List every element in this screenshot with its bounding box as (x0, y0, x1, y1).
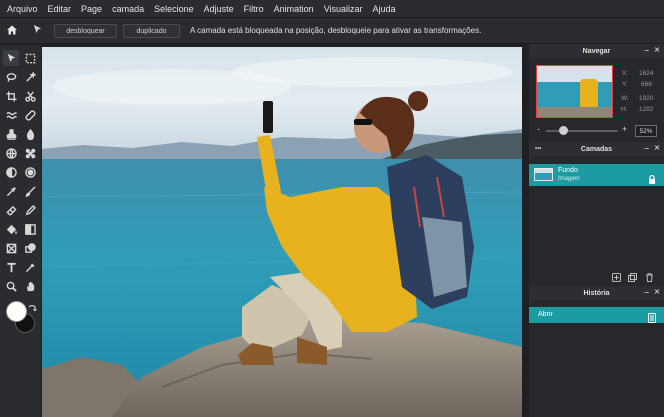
dodge-tool[interactable] (3, 164, 19, 180)
options-bar: desbloquear duplicado A camada está bloq… (0, 17, 664, 44)
history-item-abrir[interactable]: Abrir (529, 307, 664, 323)
sponge-tool[interactable] (22, 164, 38, 180)
layer-thumb-sky (535, 169, 552, 173)
menu-animation[interactable]: Animation (274, 4, 314, 14)
brush-tool[interactable] (22, 183, 38, 199)
navigator-minimize-button[interactable]: – (645, 44, 649, 58)
lock-message: A camada está bloqueada na posição, desb… (190, 26, 482, 35)
nav-y-value: 668 (641, 81, 652, 88)
lock-icon[interactable] (648, 171, 656, 184)
text-tool[interactable] (3, 259, 19, 275)
home-icon[interactable] (6, 24, 19, 37)
navigator-viewport[interactable] (536, 65, 613, 118)
add-layer-icon[interactable] (612, 269, 621, 282)
eyedropper-tool[interactable] (3, 183, 19, 199)
menu-arquivo[interactable]: Arquivo (7, 4, 38, 14)
pencil-tool[interactable] (22, 202, 38, 218)
history-close-button[interactable]: ✕ (654, 286, 660, 300)
history-item-label: Abrir (538, 311, 553, 318)
menu-visualizar[interactable]: Visualizar (324, 4, 363, 14)
menu-editar[interactable]: Editar (48, 4, 72, 14)
layers-minimize-button[interactable]: – (645, 142, 649, 156)
foreground-color-swatch[interactable] (6, 301, 27, 322)
navigator-close-button[interactable]: ✕ (654, 44, 660, 58)
zoom-slider-track[interactable] (546, 130, 618, 132)
liquify-tool[interactable] (3, 107, 19, 123)
canvas-area[interactable] (41, 45, 525, 417)
healing-brush-tool[interactable] (22, 107, 38, 123)
layers-title: Camadas (580, 145, 613, 153)
lasso-tool[interactable] (3, 69, 19, 85)
custom-shape-tool[interactable] (22, 240, 38, 256)
nav-h-value: 1282 (639, 106, 654, 113)
sphere-filter-tool[interactable] (3, 145, 19, 161)
layer-type: Imagem (558, 176, 580, 182)
unlock-button[interactable]: desbloquear (54, 24, 117, 38)
nav-w-value: 1920 (639, 95, 654, 102)
duplicate-layer-icon[interactable] (628, 269, 637, 282)
swap-colors-icon[interactable] (27, 301, 37, 312)
color-picker-tool[interactable] (22, 259, 38, 275)
menu-filtro[interactable]: Filtro (244, 4, 264, 14)
clone-stamp-tool[interactable] (3, 126, 19, 142)
navigator-header: Navegar – ✕ (529, 44, 664, 58)
history-minimize-button[interactable]: – (645, 286, 649, 300)
menu-camada[interactable]: camada (112, 4, 144, 14)
menu-bar: Arquivo Editar Page camada Selecione Adj… (0, 0, 664, 17)
menu-ajuda[interactable]: Ajuda (373, 4, 396, 14)
layers-close-button[interactable]: ✕ (654, 142, 660, 156)
eraser-tool[interactable] (3, 202, 19, 218)
magic-wand-tool[interactable] (22, 69, 38, 85)
zoom-tool[interactable] (3, 278, 19, 294)
history-header: História – ✕ (529, 286, 664, 300)
nav-w-label: W: (621, 95, 629, 102)
move-tool[interactable] (3, 50, 19, 66)
zoom-slider-handle[interactable] (559, 126, 568, 135)
layers-menu-icon[interactable]: ••• (535, 142, 541, 156)
tool-bar (0, 45, 41, 417)
layer-row-fundo[interactable]: Fundo Imagem (529, 164, 664, 186)
layers-header: ••• Camadas – ✕ (529, 142, 664, 156)
move-tool-icon[interactable] (32, 24, 44, 36)
crop-tool[interactable] (3, 88, 19, 104)
menu-selecione[interactable]: Selecione (154, 4, 194, 14)
delete-layer-icon[interactable] (645, 269, 654, 282)
layer-thumbnail (534, 168, 553, 181)
paint-bucket-tool[interactable] (3, 221, 19, 237)
nav-h-label: H: (621, 106, 628, 113)
history-title: História (583, 289, 610, 297)
navigator-title: Navegar (582, 47, 611, 55)
zoom-in-button[interactable]: + (622, 124, 627, 134)
document-icon (648, 310, 656, 323)
gradient-tool[interactable] (22, 221, 38, 237)
pattern-tool[interactable] (22, 145, 38, 161)
slice-tool[interactable] (22, 88, 38, 104)
menu-page[interactable]: Page (81, 4, 102, 14)
right-panel: Navegar – ✕ X: 1624 Y: 668 W: 1920 H: 12… (529, 44, 664, 417)
zoom-out-button[interactable]: - (537, 124, 540, 134)
layer-name: Fundo (558, 167, 578, 174)
canvas-image[interactable] (42, 47, 522, 417)
marquee-select-tool[interactable] (22, 50, 38, 66)
menu-adjuste[interactable]: Adjuste (204, 4, 234, 14)
nav-y-label: Y: (622, 81, 628, 88)
blur-tool[interactable] (22, 126, 38, 142)
nav-x-value: 1624 (639, 70, 654, 77)
navigator-thumbnail[interactable] (536, 65, 613, 118)
nav-x-label: X: (622, 70, 629, 77)
hand-tool[interactable] (22, 278, 38, 294)
zoom-input[interactable]: 52% (635, 125, 657, 137)
photo-illustration (42, 47, 522, 417)
duplicate-button[interactable]: duplicado (123, 24, 180, 38)
shape-tool[interactable] (3, 240, 19, 256)
